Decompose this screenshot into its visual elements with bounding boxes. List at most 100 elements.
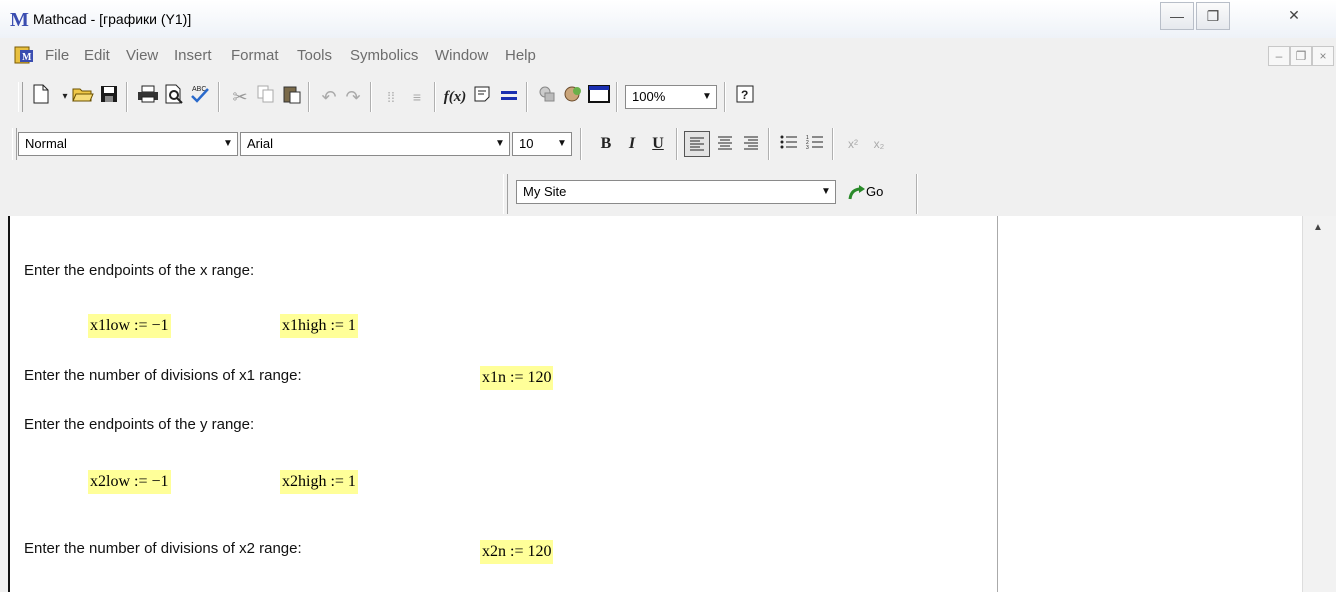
resources-icon[interactable]: [534, 84, 560, 110]
page-boundary-line: [997, 216, 998, 592]
text-region-x1-divisions[interactable]: Enter the number of divisions of x1 rang…: [24, 367, 302, 384]
text-region-x-range[interactable]: Enter the endpoints of the x range:: [24, 262, 254, 279]
subscript-button[interactable]: x₂: [866, 131, 892, 157]
mathcad-logo-icon: M: [10, 9, 29, 31]
align-center-button[interactable]: [712, 131, 738, 157]
paste-icon[interactable]: [279, 84, 305, 110]
undo-icon[interactable]: ↶: [316, 84, 342, 110]
font-size-select[interactable]: 10 ▼: [512, 132, 572, 156]
zoom-select[interactable]: 100% ▼: [625, 85, 717, 109]
worksheet-border: [8, 216, 10, 592]
scroll-up-icon[interactable]: ▲: [1313, 222, 1323, 233]
bold-button[interactable]: B: [593, 131, 619, 157]
site-select[interactable]: My Site ▼: [516, 180, 836, 204]
align-vertical-icon[interactable]: ≡: [404, 84, 430, 110]
menu-format[interactable]: Format: [231, 47, 279, 64]
italic-button[interactable]: I: [619, 131, 645, 157]
component-icon[interactable]: [560, 84, 586, 110]
menu-view[interactable]: View: [126, 47, 158, 64]
web-toolbar: My Site ▼ Go: [0, 170, 1336, 216]
document-icon: M: [14, 46, 33, 64]
chevron-down-icon[interactable]: ▼: [219, 133, 237, 155]
document-minimize-button[interactable]: –: [1268, 46, 1290, 66]
math-region-x2n[interactable]: x2n := 120: [480, 540, 554, 564]
cut-icon[interactable]: ✂: [227, 84, 253, 110]
math-region-x2low[interactable]: x2low := −1: [88, 470, 171, 494]
toolbar-grip[interactable]: [18, 82, 23, 112]
insert-unit-icon[interactable]: [470, 84, 496, 110]
chevron-down-icon[interactable]: ▼: [817, 181, 835, 203]
help-icon[interactable]: ?: [732, 84, 758, 110]
zoom-value: 100%: [632, 89, 666, 104]
math-region-x1high[interactable]: x1high := 1: [280, 314, 358, 338]
restore-button[interactable]: ❐: [1196, 2, 1230, 30]
close-button[interactable]: ✕: [1270, 2, 1318, 30]
new-document-icon[interactable]: [28, 84, 54, 110]
menu-edit[interactable]: Edit: [84, 47, 110, 64]
menu-window[interactable]: Window: [435, 47, 488, 64]
numbered-list-button[interactable]: 123: [802, 131, 828, 157]
math-region-x2high[interactable]: x2high := 1: [280, 470, 358, 494]
svg-text:M: M: [22, 52, 32, 63]
insert-function-icon[interactable]: f(x): [442, 84, 468, 110]
print-icon[interactable]: [135, 84, 161, 110]
go-arrow-icon: [848, 184, 865, 199]
underline-button[interactable]: U: [645, 131, 671, 157]
svg-text:3: 3: [806, 145, 809, 150]
toolbar-separator: [308, 82, 310, 112]
toolbar-separator: [526, 82, 528, 112]
svg-text:?: ?: [741, 88, 748, 102]
font-size-value: 10: [519, 136, 534, 151]
toolbar-separator: [724, 82, 726, 112]
toolbar-separator: [370, 82, 372, 112]
go-label: Go: [866, 184, 884, 199]
chevron-down-icon[interactable]: ▼: [698, 86, 716, 108]
toolbar-separator: [218, 82, 220, 112]
standard-toolbar: ▾ ABC ✂ ↶ ↷ ⁞⁞ ≡ f(x) 100% ▼ ?: [0, 74, 1336, 120]
chevron-down-icon[interactable]: ▼: [491, 133, 509, 155]
style-value: Normal: [25, 136, 67, 151]
toolbar-separator: [616, 82, 618, 112]
font-select[interactable]: Arial ▼: [240, 132, 510, 156]
align-left-button[interactable]: [684, 131, 710, 157]
window-title: Mathcad - [графики (Y1)]: [33, 11, 192, 27]
menu-bar: M File Edit View Insert Format Tools Sym…: [0, 38, 1336, 74]
text-region-y-range[interactable]: Enter the endpoints of the y range:: [24, 416, 254, 433]
superscript-button[interactable]: x²: [840, 131, 866, 157]
open-folder-icon[interactable]: [70, 84, 96, 110]
toolbar-grip[interactable]: [12, 128, 17, 160]
document-restore-button[interactable]: ❐: [1290, 46, 1312, 66]
toolbar-separator: [832, 128, 834, 160]
formatting-toolbar: Normal ▼ Arial ▼ 10 ▼ B I U 123 x² x₂: [0, 120, 1336, 170]
go-button[interactable]: Go: [848, 181, 883, 203]
toolbar-separator: [768, 128, 770, 160]
menu-symbolics[interactable]: Symbolics: [350, 47, 418, 64]
region-icon[interactable]: [586, 84, 612, 110]
toolbar-separator: [126, 82, 128, 112]
bullet-list-button[interactable]: [776, 131, 802, 157]
toolbar-separator: [676, 128, 678, 160]
menu-tools[interactable]: Tools: [297, 47, 332, 64]
menu-help[interactable]: Help: [505, 47, 536, 64]
math-region-x1low[interactable]: x1low := −1: [88, 314, 171, 338]
vertical-scrollbar[interactable]: ▲: [1302, 216, 1336, 592]
align-horizontal-icon[interactable]: ⁞⁞: [378, 84, 404, 110]
document-close-button[interactable]: ×: [1312, 46, 1334, 66]
chevron-down-icon[interactable]: ▼: [553, 133, 571, 155]
toolbar-separator: [580, 128, 582, 160]
menu-insert[interactable]: Insert: [174, 47, 212, 64]
print-preview-icon[interactable]: [161, 84, 187, 110]
toolbar-grip[interactable]: [503, 174, 508, 214]
align-right-button[interactable]: [738, 131, 764, 157]
toolbar-separator: [434, 82, 436, 112]
style-select[interactable]: Normal ▼: [18, 132, 238, 156]
menu-file[interactable]: File: [45, 47, 69, 64]
spell-check-icon[interactable]: ABC: [187, 84, 213, 110]
text-region-x2-divisions[interactable]: Enter the number of divisions of x2 rang…: [24, 540, 302, 557]
math-region-x1n[interactable]: x1n := 120: [480, 366, 554, 390]
copy-icon[interactable]: [253, 84, 279, 110]
redo-icon[interactable]: ↷: [340, 84, 366, 110]
minimize-button[interactable]: —: [1160, 2, 1194, 30]
calculate-icon[interactable]: [496, 84, 522, 110]
save-icon[interactable]: [96, 84, 122, 110]
